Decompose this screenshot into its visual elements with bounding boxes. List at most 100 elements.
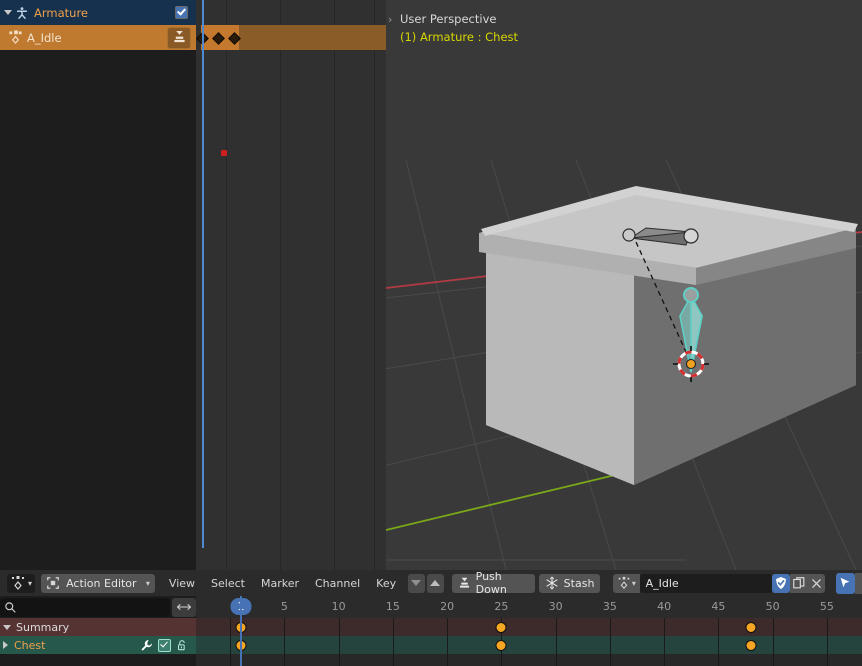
ruler-tick-label: 25 xyxy=(494,600,509,613)
keyframe-area-chest[interactable] xyxy=(196,636,862,654)
grid-line xyxy=(772,618,774,636)
nla-playhead[interactable] xyxy=(202,0,204,548)
editor-type-dropdown[interactable]: Action Editor ▾ xyxy=(41,573,155,593)
grid-line xyxy=(826,654,828,666)
keyframe-area-summary[interactable] xyxy=(196,618,862,636)
action-name-field[interactable]: A_Idle xyxy=(639,573,773,593)
chevron-down-icon[interactable]: ▾ xyxy=(146,579,150,588)
keyframe[interactable] xyxy=(495,622,507,633)
editor-type-icon xyxy=(47,577,59,589)
keyframe[interactable] xyxy=(745,622,757,633)
push-down-icon[interactable] xyxy=(167,26,191,49)
ruler-tick-label: 20 xyxy=(440,600,455,613)
grid-line xyxy=(664,636,666,654)
wrench-icon[interactable] xyxy=(140,639,153,652)
search-input[interactable] xyxy=(0,597,170,617)
action-editor: ▾ Action Editor ▾ View Select Marker Cha… xyxy=(0,570,862,666)
grid-line xyxy=(826,636,828,654)
grid-line xyxy=(772,636,774,654)
blender-window: Armature A_Idle › User Perspective (1) A… xyxy=(0,0,862,666)
nla-strip-label: A_Idle xyxy=(27,30,62,45)
grid-line xyxy=(609,654,611,666)
grid-line xyxy=(230,654,232,666)
grid-line xyxy=(718,636,720,654)
triangle-down-icon[interactable] xyxy=(4,10,12,15)
action-browse-icon[interactable]: ▾ xyxy=(613,573,640,593)
nla-red-marker xyxy=(221,150,227,156)
grid-line xyxy=(338,618,340,636)
viewport-perspective-label: User Perspective xyxy=(400,12,497,26)
channel-row-summary[interactable]: Summary xyxy=(0,618,196,636)
armature-icon xyxy=(16,6,28,19)
ruler-tick-label: 10 xyxy=(331,600,346,613)
keyframe-area-empty[interactable] xyxy=(196,654,862,666)
grid-line xyxy=(230,618,232,636)
viewport-overlay-text: User Perspective (1) Armature : Chest xyxy=(400,10,518,46)
ruler-tick-label: 40 xyxy=(657,600,672,613)
action-icon xyxy=(9,30,22,45)
grid-line xyxy=(284,636,286,654)
editor-type-label: Action Editor xyxy=(66,576,137,590)
dopesheet-mode-icon[interactable]: ▾ xyxy=(7,573,36,593)
dope-sheet-playhead[interactable] xyxy=(240,596,242,666)
search-icon xyxy=(5,601,16,613)
filter-dropdown-icon[interactable] xyxy=(854,572,862,594)
keyframe[interactable] xyxy=(745,640,757,651)
grid-line xyxy=(338,636,340,654)
timeline-ruler[interactable]: 5101520253035404550551 xyxy=(196,596,862,618)
grid-line xyxy=(555,654,557,666)
action-name-value: A_Idle xyxy=(645,576,679,590)
grid-line xyxy=(555,618,557,636)
menu-key[interactable]: Key xyxy=(368,570,404,596)
triangle-up-icon[interactable] xyxy=(426,573,444,593)
stash-button[interactable]: Stash xyxy=(538,573,601,593)
triangle-down-icon[interactable] xyxy=(3,624,11,630)
grid-line xyxy=(447,636,449,654)
ruler-tick-label: 35 xyxy=(602,600,617,613)
nla-strip-row[interactable]: A_Idle xyxy=(0,25,196,50)
nla-strip-timeline[interactable] xyxy=(196,0,576,570)
grid-line xyxy=(338,654,340,666)
grid-line xyxy=(392,654,394,666)
grid-line xyxy=(284,618,286,636)
grid-line xyxy=(609,636,611,654)
grid-line xyxy=(392,636,394,654)
horizontal-resize-icon[interactable] xyxy=(172,597,196,617)
grid-line xyxy=(447,618,449,636)
action-editor-header: ▾ Action Editor ▾ View Select Marker Cha… xyxy=(0,570,862,596)
triangle-down-icon[interactable] xyxy=(408,573,425,593)
chevron-right-icon[interactable]: › xyxy=(388,13,392,26)
menu-view[interactable]: View xyxy=(161,570,203,596)
channel-label-summary: Summary xyxy=(16,620,70,634)
3d-viewport[interactable]: › User Perspective (1) Armature : Chest xyxy=(386,0,862,570)
grid-line xyxy=(555,636,557,654)
snowflake-icon xyxy=(546,576,558,590)
nla-track-checkbox[interactable] xyxy=(175,6,188,19)
grid-line xyxy=(447,654,449,666)
grid-line xyxy=(501,654,503,666)
nla-track-row[interactable]: Armature xyxy=(0,0,196,25)
triangle-right-icon[interactable] xyxy=(3,641,8,649)
ruler-tick-label: 5 xyxy=(280,600,288,613)
menu-channel[interactable]: Channel xyxy=(307,570,368,596)
push-down-icon xyxy=(459,577,469,588)
cursor-filter-icon[interactable] xyxy=(835,572,855,594)
grid-line xyxy=(392,618,394,636)
grid-line xyxy=(664,654,666,666)
unlock-icon[interactable] xyxy=(176,639,188,652)
channel-row-chest[interactable]: Chest xyxy=(0,636,196,654)
keyframe[interactable] xyxy=(495,640,507,651)
menu-marker[interactable]: Marker xyxy=(253,570,307,596)
grid-line xyxy=(826,618,828,636)
ruler-tick-label: 55 xyxy=(819,600,834,613)
x-icon[interactable] xyxy=(807,573,826,593)
checkbox-checked-icon[interactable] xyxy=(158,638,171,652)
grid-line xyxy=(772,654,774,666)
duplicate-icon[interactable] xyxy=(789,573,808,593)
viewport-scene xyxy=(386,0,862,570)
shield-icon[interactable] xyxy=(772,573,790,593)
menu-select[interactable]: Select xyxy=(203,570,253,596)
push-down-button[interactable]: Push Down xyxy=(451,570,535,596)
push-down-label: Push Down xyxy=(475,570,507,596)
grid-line xyxy=(609,618,611,636)
